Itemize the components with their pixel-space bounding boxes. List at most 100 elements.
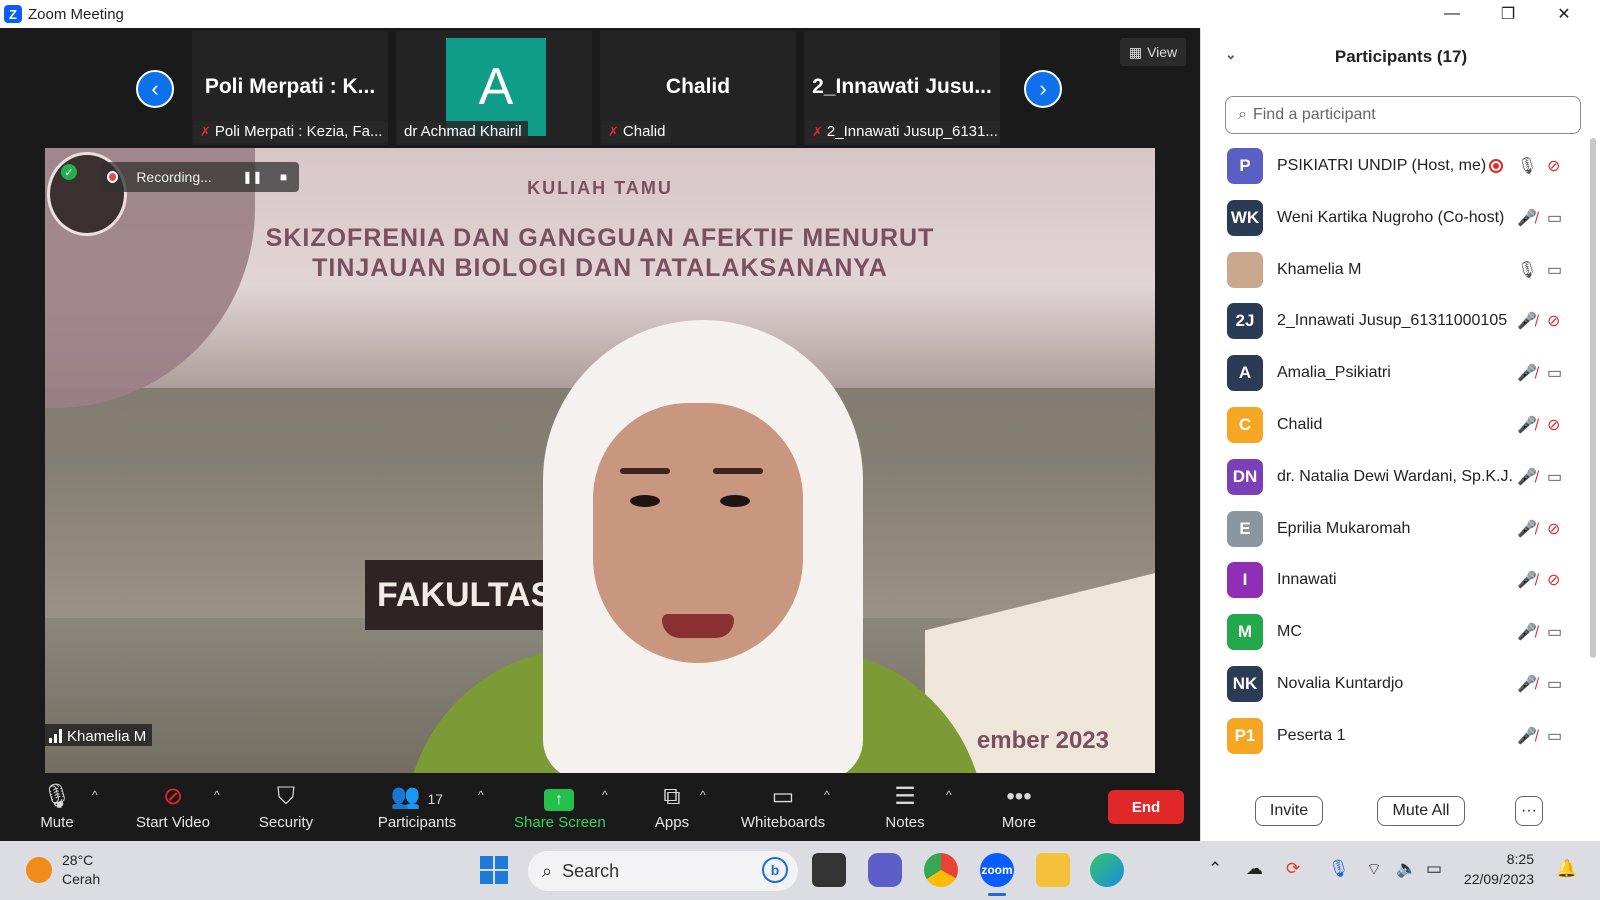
participant-name: Innawati (1277, 571, 1337, 589)
video-camera-icon[interactable]: ▭ (1547, 260, 1562, 280)
weather-widget[interactable]: 28°C Cerah (26, 851, 100, 889)
participant-row[interactable]: Khamelia M 🎙 ▭ (1201, 244, 1591, 296)
microphone-icon[interactable]: 🎙 (1517, 260, 1537, 280)
active-app-indicator (988, 893, 1006, 896)
notification-bell-icon[interactable]: 🔔 (1556, 859, 1577, 879)
participant-row[interactable]: C Chalid 🎤̸ ⊘ (1201, 399, 1591, 451)
participants-button[interactable]: 👥 17 Participants (374, 782, 460, 831)
participant-row[interactable]: 2J 2_Innawati Jusup_61311000105 🎤̸ ⊘ (1201, 295, 1591, 347)
active-speaker-video[interactable]: FAKULTAS KULIAH TAMU SKIZOFRENIA DAN GAN… (45, 148, 1155, 773)
video-off-icon[interactable]: ⊘ (1547, 519, 1560, 539)
start-button[interactable] (480, 856, 508, 884)
participant-row[interactable]: WK Weni Kartika Nugroho (Co-host) 🎤̸ ▭ (1201, 192, 1591, 244)
restore-button[interactable]: ❐ (1480, 0, 1536, 28)
participant-row[interactable]: E Eprilia Mukaromah 🎤̸ ⊘ (1201, 503, 1591, 555)
security-button[interactable]: ⛉ Security (256, 782, 316, 831)
mic-muted-icon: ✗ (200, 124, 211, 139)
start-video-button[interactable]: ⊘ Start Video (130, 782, 216, 831)
teams-chat-icon[interactable] (868, 853, 902, 887)
close-button[interactable]: ✕ (1536, 0, 1592, 28)
cloud-icon[interactable]: ☁ (1246, 859, 1263, 879)
participant-row[interactable]: M MC 🎤̸ ▭ (1201, 606, 1591, 658)
mic-muted-icon[interactable]: 🎤̸ (1517, 363, 1537, 383)
video-camera-icon[interactable]: ▭ (1547, 674, 1562, 694)
volume-icon[interactable]: 🔈 (1396, 859, 1417, 879)
title-bar: Z Zoom Meeting — ❐ ✕ (0, 0, 1600, 28)
participant-thumb[interactable]: A dr Achmad Khairil (396, 31, 592, 145)
share-options-caret[interactable]: ^ (602, 788, 608, 802)
whiteboards-options-caret[interactable]: ^ (824, 788, 830, 802)
video-options-caret[interactable]: ^ (214, 788, 220, 802)
video-camera-icon[interactable]: ▭ (1547, 726, 1562, 746)
chrome-icon[interactable] (924, 853, 958, 887)
mic-muted-icon[interactable]: 🎤̸ (1517, 208, 1537, 228)
video-off-icon[interactable]: ⊘ (1547, 311, 1560, 331)
mic-muted-icon[interactable]: 🎤̸ (1517, 519, 1537, 539)
mic-muted-icon[interactable]: 🎤̸ (1517, 415, 1537, 435)
minimize-button[interactable]: — (1424, 0, 1480, 28)
mic-muted-icon[interactable]: 🎤̸ (1517, 570, 1537, 590)
video-off-icon[interactable]: ⊘ (1547, 156, 1560, 176)
video-camera-icon[interactable]: ▭ (1547, 467, 1562, 487)
pause-recording-button[interactable]: ❚❚ (237, 170, 268, 184)
avatar: 2J (1227, 303, 1263, 340)
mute-button[interactable]: 🎙 Mute (30, 782, 84, 831)
mic-muted-icon[interactable]: 🎤̸ (1517, 467, 1537, 487)
slide-title: SKIZOFRENIA DAN GANGGUAN AFEKTIF MENURUT… (265, 224, 935, 282)
panel-more-button[interactable]: ··· (1515, 796, 1543, 826)
mic-muted-icon[interactable]: 🎤̸ (1517, 726, 1537, 746)
edge-icon[interactable] (1090, 853, 1124, 887)
notes-button[interactable]: ☰ Notes (880, 782, 930, 831)
shield-icon: ⛉ (277, 783, 295, 810)
taskbar-clock[interactable]: 8:25 22/09/2023 (1456, 849, 1534, 889)
participant-thumb[interactable]: Chalid ✗ Chalid (600, 31, 796, 145)
wifi-icon[interactable]: ⌔ (1366, 859, 1382, 880)
video-camera-icon[interactable]: ▭ (1547, 363, 1562, 383)
collapse-panel-icon[interactable]: ⌄ (1225, 46, 1237, 63)
end-meeting-button[interactable]: End (1108, 790, 1184, 824)
panel-scrollbar[interactable] (1590, 138, 1596, 658)
mic-muted-icon[interactable]: 🎤̸ (1517, 674, 1537, 694)
invite-button[interactable]: Invite (1255, 796, 1323, 826)
participant-thumb[interactable]: 2_Innawati Jusu... ✗ 2_Innawati Jusup_613… (804, 31, 1000, 145)
file-explorer-icon[interactable] (1036, 853, 1070, 887)
participant-row[interactable]: P1 Peserta 1 🎤̸ ▭ (1201, 710, 1591, 762)
view-button[interactable]: ▦ View (1120, 38, 1186, 66)
audio-options-caret[interactable]: ^ (92, 788, 98, 802)
prev-page-button[interactable]: ‹ (136, 70, 174, 108)
video-camera-icon[interactable]: ▭ (1547, 208, 1562, 228)
battery-icon[interactable]: ▭ (1426, 859, 1442, 879)
more-button[interactable]: ••• More (994, 782, 1044, 831)
bing-icon[interactable]: b (762, 857, 788, 883)
microphone-tray-icon[interactable]: 🎙 (1328, 859, 1350, 879)
mic-muted-icon[interactable]: 🎤̸ (1517, 622, 1537, 642)
sync-icon[interactable]: ⟳ (1286, 859, 1300, 879)
stop-recording-button[interactable]: ■ (268, 170, 299, 184)
participant-row[interactable]: DN dr. Natalia Dewi Wardani, Sp.K.J. 🎤̸ ▭ (1201, 451, 1591, 503)
video-camera-icon[interactable]: ▭ (1547, 622, 1562, 642)
participant-row[interactable]: I Innawati 🎤̸ ⊘ (1201, 554, 1591, 606)
mic-muted-icon[interactable]: 🎤̸ (1517, 311, 1537, 331)
participant-row[interactable]: NK Novalia Kuntardjo 🎤̸ ▭ (1201, 658, 1591, 710)
participants-count: 17 (427, 791, 444, 807)
mute-all-button[interactable]: Mute All (1377, 796, 1465, 826)
participant-row[interactable]: A Amalia_Psikiatri 🎤̸ ▭ (1201, 347, 1591, 399)
taskbar-search[interactable]: ⌕ Search b (528, 851, 798, 891)
share-screen-button[interactable]: ↑ Share Screen (514, 782, 606, 831)
next-page-button[interactable]: › (1024, 70, 1062, 108)
participant-row[interactable]: P PSIKIATRI UNDIP (Host, me) 🎙 ⊘ (1201, 140, 1591, 192)
participants-options-caret[interactable]: ^ (478, 788, 484, 802)
zoom-app-icon[interactable]: zoom (980, 853, 1014, 887)
tray-overflow-icon[interactable]: ⌃ (1208, 859, 1222, 879)
apps-options-caret[interactable]: ^ (700, 788, 706, 802)
whiteboards-button[interactable]: ▭ Whiteboards (738, 782, 828, 831)
participant-name: Amalia_Psikiatri (1277, 364, 1391, 382)
microphone-icon[interactable]: 🎙 (1517, 156, 1537, 176)
participant-search-input[interactable]: ⌕ Find a participant (1225, 96, 1581, 134)
participant-thumb[interactable]: Poli Merpati : K... ✗ Poli Merpati : Kezi… (192, 31, 388, 145)
video-off-icon[interactable]: ⊘ (1547, 570, 1560, 590)
task-view-icon[interactable] (812, 853, 846, 887)
notes-options-caret[interactable]: ^ (946, 788, 952, 802)
apps-button[interactable]: ⧉ Apps (650, 782, 694, 831)
video-off-icon[interactable]: ⊘ (1547, 415, 1560, 435)
